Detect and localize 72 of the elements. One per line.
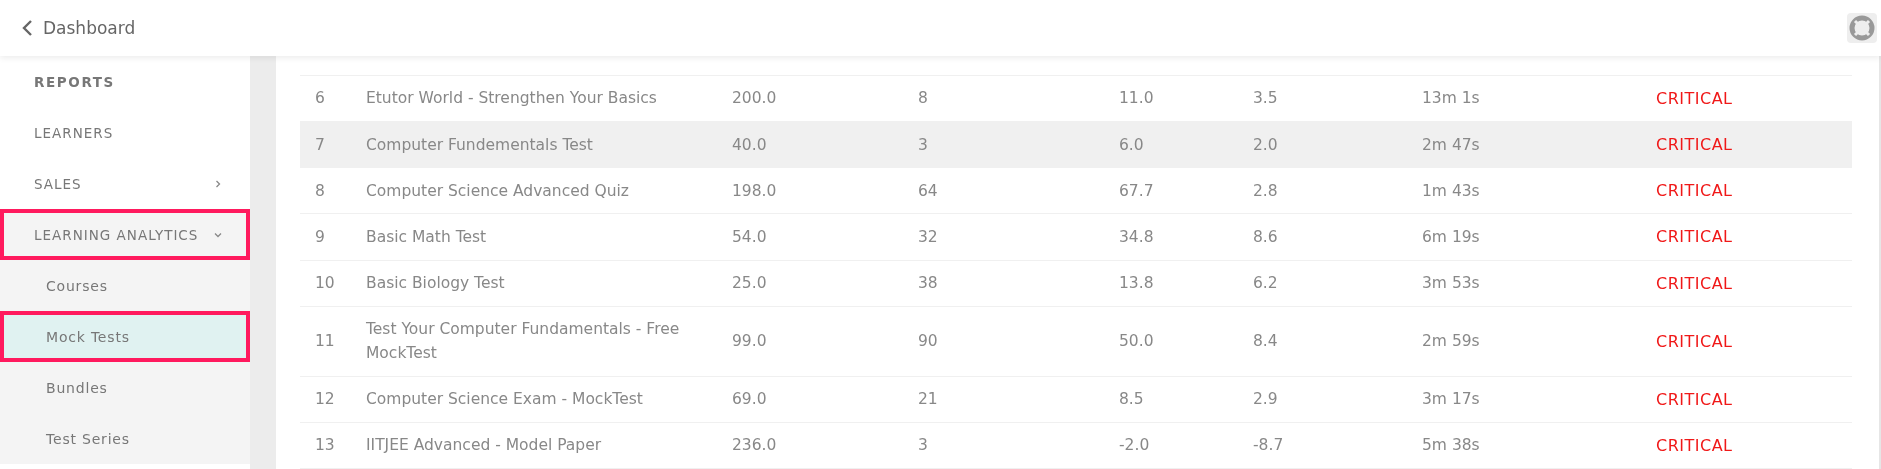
table-cell-text: 12 xyxy=(314,389,336,411)
table-cell-text: 2m 59s xyxy=(1422,331,1481,353)
table-cell-text: 2.0 xyxy=(1253,134,1279,156)
table-cell-text: 54.0 xyxy=(732,226,768,248)
table-cell-text: Basic Biology Test xyxy=(366,273,506,295)
table-cell-text: 3.5 xyxy=(1253,88,1279,110)
table-cell-text: 2m 47s xyxy=(1422,134,1481,156)
sidebar-subitem[interactable]: Mock Tests xyxy=(0,311,250,362)
table-cell-text: 200.0 xyxy=(732,88,778,110)
table-cell-text: Basic Math Test xyxy=(366,226,488,248)
table-cell-text: 34.8 xyxy=(1119,226,1155,248)
table-cell-text: 13m 1s xyxy=(1422,88,1481,110)
sidebar-subitem[interactable]: Bundles xyxy=(0,362,250,413)
table-cell-text: 3m 53s xyxy=(1422,273,1481,295)
table-cell-text: 6 xyxy=(314,88,326,110)
table-cell-text: 8 xyxy=(918,88,929,110)
table-cell-text: 6m 19s xyxy=(1422,226,1481,248)
status-label: CRITICAL xyxy=(1656,389,1734,409)
table-cell-text: 50.0 xyxy=(1119,331,1155,353)
table-cell-text: 2.9 xyxy=(1253,389,1279,411)
sidebar-subitem[interactable]: Test Series xyxy=(0,413,250,464)
table-cell-text: 6.2 xyxy=(1253,273,1279,295)
status-label: CRITICAL xyxy=(1656,273,1734,293)
table-cell-text: 236.0 xyxy=(732,435,778,457)
table-cell-text: 8.5 xyxy=(1119,389,1145,411)
table-cell-text: 8 xyxy=(314,180,326,202)
table-cell-text: 8.4 xyxy=(1253,331,1279,353)
table-cell-text: 1m 43s xyxy=(1422,180,1481,202)
table-cell-text: IITJEE Advanced - Model Paper xyxy=(366,435,603,457)
status-label: CRITICAL xyxy=(1656,227,1734,247)
table-cell-text: 7 xyxy=(314,134,326,156)
table-cell-text: 99.0 xyxy=(732,331,768,353)
table-cell-text: Test Your Computer Fundamentals - Free MockTest xyxy=(366,319,681,365)
table-cell-text: 198.0 xyxy=(732,180,778,202)
table-cell-text: 64 xyxy=(918,180,939,202)
table-cell-text: 11.0 xyxy=(1119,88,1155,110)
table-cell-text: 11 xyxy=(314,331,336,353)
table-cell-text: 67.7 xyxy=(1119,180,1155,202)
status-label: CRITICAL xyxy=(1656,331,1734,351)
table-cell-text: Etutor World - Strengthen Your Basics xyxy=(366,88,658,110)
table-cell-text: 32 xyxy=(918,226,939,248)
status-label: CRITICAL xyxy=(1656,135,1734,154)
table-cell-text: 21 xyxy=(918,389,939,411)
table-cell-text: 2.8 xyxy=(1253,180,1279,202)
table-cell-text: 9 xyxy=(314,226,326,248)
table-cell-text: -8.7 xyxy=(1253,435,1285,457)
sidebar-heading: REPORTS xyxy=(33,72,116,92)
status-label: CRITICAL xyxy=(1656,435,1734,455)
table-cell-text: 3 xyxy=(918,435,929,457)
table-cell-text: 90 xyxy=(918,331,939,353)
table-cell-text: 38 xyxy=(918,273,939,295)
table-cell-text: Computer Fundementals Test xyxy=(366,134,594,156)
status-label: CRITICAL xyxy=(1656,181,1734,201)
table-cell-text: Computer Science Exam - MockTest xyxy=(366,389,644,411)
table-cell-text: -2.0 xyxy=(1119,435,1151,457)
table-cell-text: 3 xyxy=(918,134,929,156)
table-cell-text: 69.0 xyxy=(732,389,768,411)
table-cell-text: 6.0 xyxy=(1119,134,1145,156)
sidebar-subitem[interactable]: Courses xyxy=(0,260,250,311)
sidebar-item[interactable]: LEARNING ANALYTICS xyxy=(0,209,250,260)
table-cell-text: 8.6 xyxy=(1253,226,1279,248)
table-cell-text: 25.0 xyxy=(732,273,768,295)
table-cell-text: 13 xyxy=(314,435,336,457)
table-cell-text: Computer Science Advanced Quiz xyxy=(366,180,630,202)
table-cell-text: 5m 38s xyxy=(1422,435,1481,457)
table-cell-text: 40.0 xyxy=(732,134,768,156)
table-cell-text: 13.8 xyxy=(1119,273,1155,295)
table-cell-text: 3m 17s xyxy=(1422,389,1481,411)
status-label: CRITICAL xyxy=(1656,88,1734,108)
table-row[interactable]: 7 Computer Fundementals Test 40.0 3 6.0 2.0 2m 47s CRITICAL xyxy=(300,121,1852,169)
table-cell-text: 10 xyxy=(314,273,336,295)
back-link[interactable]: Dashboard xyxy=(22,18,136,38)
